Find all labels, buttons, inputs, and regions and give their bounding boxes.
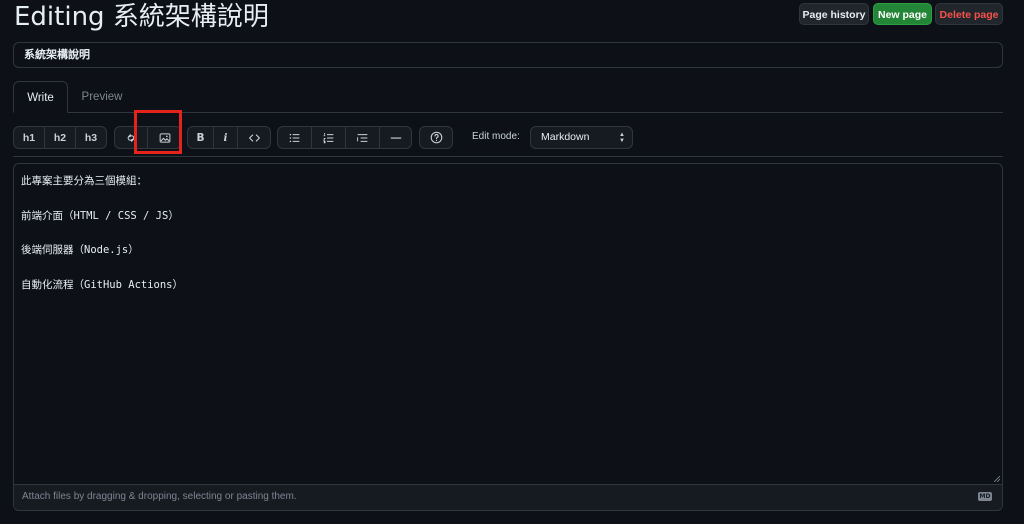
editor-line: 後端伺服器（Node.js） — [21, 244, 139, 257]
editor-line: 前端介面（HTML / CSS / JS） — [21, 209, 179, 222]
help-toolbar-group — [419, 126, 453, 149]
content-editor[interactable]: 此專案主要分為三個模組： ​ 前端介面（HTML / CSS / JS） ​ 後端伺服器… — [13, 163, 1003, 511]
bold-button[interactable]: B — [188, 127, 214, 148]
edit-mode-value: Markdown — [541, 131, 590, 143]
code-icon — [248, 132, 261, 144]
help-icon — [430, 131, 443, 144]
unordered-list-icon — [288, 132, 301, 144]
task-list-icon — [356, 132, 369, 144]
editor-line: ​ — [21, 190, 183, 207]
ordered-list-icon — [322, 132, 335, 144]
ordered-list-button[interactable] — [312, 127, 346, 148]
page-title-input[interactable]: 系統架構說明 — [13, 42, 1003, 68]
horizontal-rule-button[interactable] — [380, 127, 411, 148]
page-title: Editing 系統架構說明 — [14, 2, 269, 32]
h3-button[interactable]: h3 — [76, 127, 106, 148]
attach-files-hint[interactable]: Attach files by dragging & dropping, sel… — [22, 491, 297, 502]
select-caret-icon: ▲ ▼ — [619, 132, 625, 144]
format-toolbar-group: B i — [187, 126, 271, 149]
editor-line: ​ — [21, 225, 183, 242]
horizontal-rule-icon — [389, 132, 403, 144]
editor-line: 此專案主要分為三個模組： — [21, 175, 147, 187]
list-toolbar-group — [277, 126, 412, 149]
help-button[interactable] — [420, 127, 452, 148]
edit-mode-select[interactable]: Markdown ▲ ▼ — [530, 126, 633, 149]
italic-button[interactable]: i — [214, 127, 238, 148]
tab-preview[interactable]: Preview — [72, 81, 132, 113]
markdown-icon[interactable]: MD — [978, 492, 992, 501]
h2-button[interactable]: h2 — [45, 127, 76, 148]
new-page-button[interactable]: New page — [873, 3, 932, 25]
editor-line: 自動化流程（GitHub Actions） — [21, 278, 184, 291]
delete-page-button[interactable]: Delete page — [935, 3, 1003, 25]
edit-mode-label: Edit mode: — [472, 131, 520, 142]
page-history-button[interactable]: Page history — [799, 3, 869, 25]
toolbar-divider — [13, 156, 1003, 157]
attach-files-bar[interactable]: Attach files by dragging & dropping, sel… — [14, 484, 1002, 510]
editor-line: ​ — [21, 259, 183, 276]
image-button-highlight — [134, 110, 182, 154]
editor-content[interactable]: 此專案主要分為三個模組： ​ 前端介面（HTML / CSS / JS） ​ 後端伺服器… — [21, 173, 183, 294]
task-list-button[interactable] — [346, 127, 380, 148]
code-button[interactable] — [238, 127, 270, 148]
resize-handle-icon[interactable] — [994, 476, 1000, 482]
h1-button[interactable]: h1 — [14, 127, 45, 148]
heading-toolbar-group: h1 h2 h3 — [13, 126, 107, 149]
unordered-list-button[interactable] — [278, 127, 312, 148]
tab-write[interactable]: Write — [13, 81, 68, 113]
